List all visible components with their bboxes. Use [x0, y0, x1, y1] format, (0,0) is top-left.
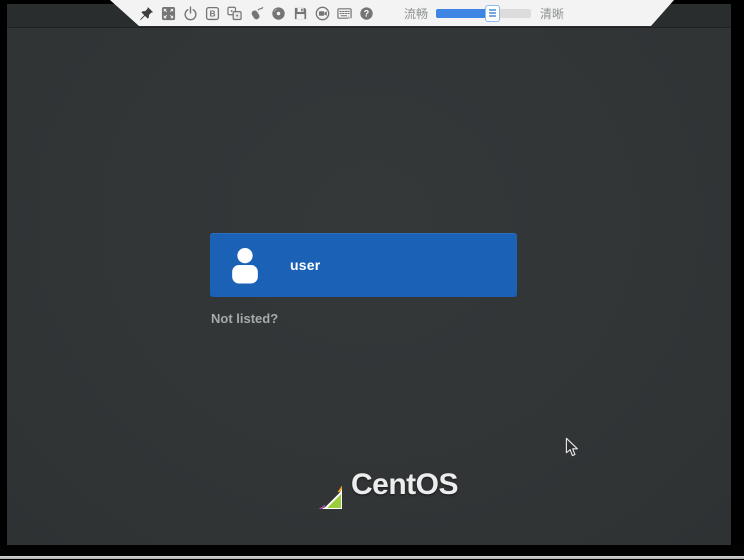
user-avatar-icon — [227, 245, 263, 286]
viewer-toolbar: 流畅 清晰 — [106, 0, 674, 26]
not-listed-link[interactable]: Not listed? — [211, 311, 278, 326]
b-key-icon[interactable] — [205, 5, 220, 21]
quality-sharp-label: 清晰 — [540, 5, 564, 22]
quality-slider[interactable] — [436, 0, 531, 26]
window-bottom-edge — [0, 556, 744, 559]
help-icon[interactable] — [359, 5, 374, 21]
toolbar-icons — [139, 5, 374, 21]
centos-brand: CentOS — [294, 461, 458, 509]
user-tile[interactable]: user — [210, 233, 517, 297]
floppy-icon[interactable] — [293, 5, 308, 21]
pin-icon[interactable] — [139, 5, 154, 21]
chevron-down-icon[interactable] — [709, 10, 721, 22]
mouse-cursor — [565, 437, 580, 463]
camera-icon[interactable] — [315, 5, 330, 21]
slider-handle[interactable] — [485, 5, 500, 22]
disc-icon[interactable] — [271, 5, 286, 21]
mouse-icon[interactable] — [249, 5, 264, 21]
power-icon[interactable] — [681, 7, 698, 24]
screenshot-root: { "toolbar": { "background_color": "#f3f… — [0, 0, 744, 560]
quality-smooth-label: 流畅 — [404, 5, 428, 22]
fullscreen-icon[interactable] — [161, 5, 176, 21]
centos-login-screen: user Not listed? CentOS — [7, 4, 731, 545]
keycaps-icon[interactable] — [227, 5, 242, 21]
centos-logo-icon — [294, 461, 342, 509]
keyboard-icon[interactable] — [337, 5, 352, 21]
power-icon[interactable] — [183, 5, 198, 21]
centos-wordmark: CentOS — [351, 468, 458, 502]
username-label: user — [290, 257, 320, 273]
